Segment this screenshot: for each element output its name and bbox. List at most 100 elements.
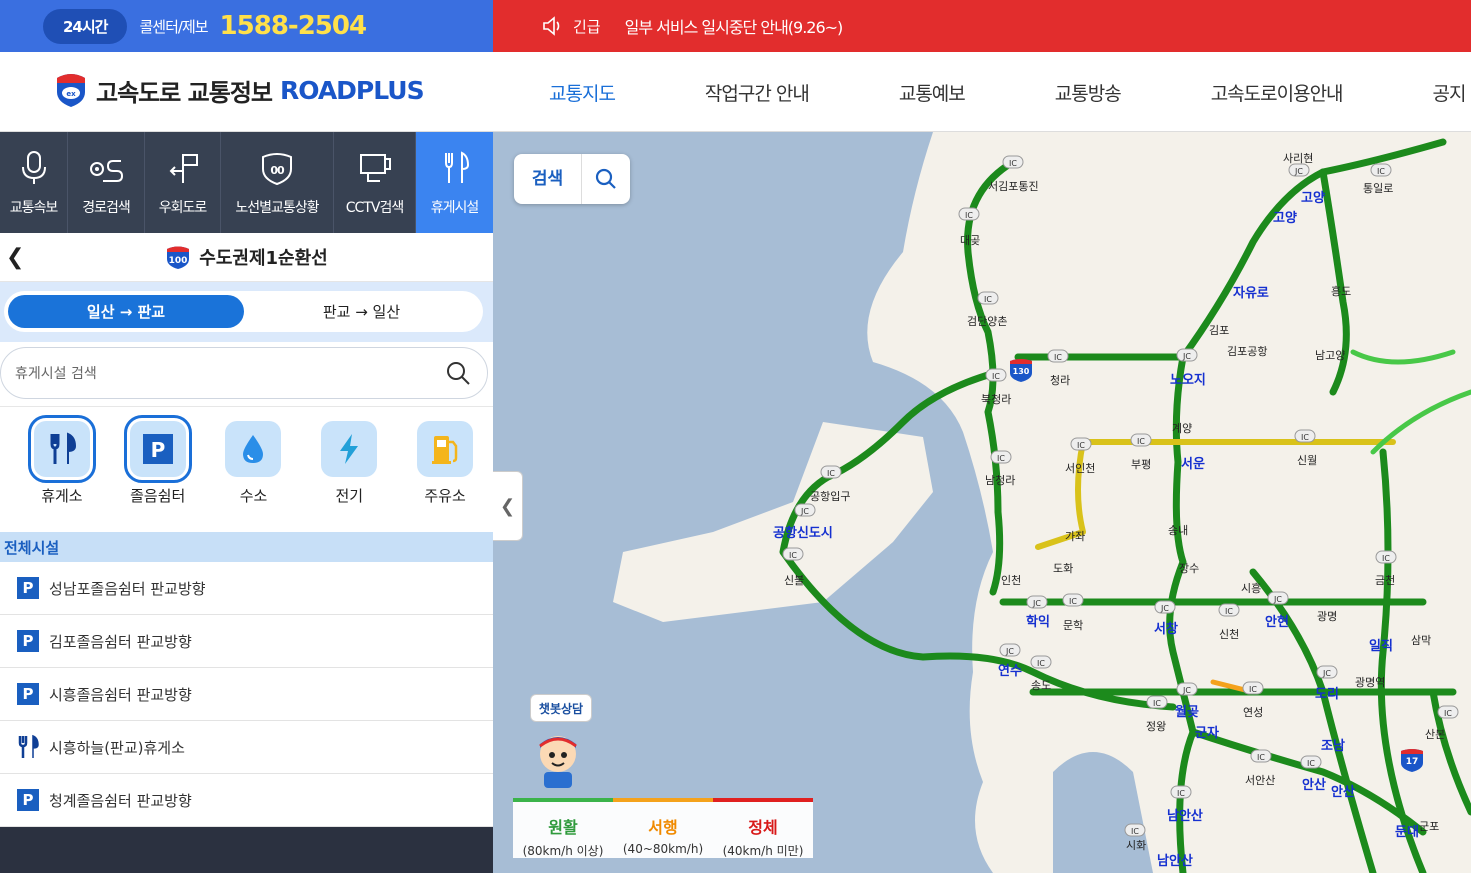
mainland bbox=[867, 132, 1471, 873]
map-place-label: 검단양촌 bbox=[967, 315, 1007, 328]
category-box: P bbox=[123, 415, 192, 483]
nav-traffic-forecast[interactable]: 교통예보 bbox=[899, 79, 966, 106]
traffic-map[interactable]: IC IC IC IC IC JC IC JC IC IC IC IC IC J… bbox=[493, 132, 1471, 873]
svg-text:00: 00 bbox=[270, 164, 285, 177]
map-place-label: 남청라 bbox=[985, 474, 1015, 487]
tool-detour[interactable]: 우회도로 bbox=[145, 132, 221, 233]
back-arrow-icon[interactable]: ❮ bbox=[6, 245, 24, 270]
category-drowsy-shelter[interactable]: P 졸음쉼터 bbox=[110, 415, 206, 532]
facility-name: 시흥하늘(판교)휴게소 bbox=[49, 738, 185, 757]
category-gas-station[interactable]: 주유소 bbox=[397, 421, 493, 532]
svg-text:JC: JC bbox=[1182, 352, 1191, 361]
search-icon[interactable] bbox=[445, 360, 471, 386]
legend-title: 정체 bbox=[748, 818, 778, 837]
map-place-label: 김포 bbox=[1209, 324, 1229, 337]
svg-text:P: P bbox=[150, 438, 165, 462]
chatbot-button[interactable]: 챗봇상담 bbox=[530, 694, 594, 794]
parking-icon: P bbox=[17, 630, 39, 652]
yeongjong-island bbox=[613, 422, 933, 622]
legend-slow: 서행 (40~80km/h) bbox=[613, 798, 713, 858]
top-bar: 24시간 콜센터/제보 1588-2504 긴급 일부 서비스 일시중단 안내(… bbox=[0, 0, 1471, 52]
map-place-label: 일직 bbox=[1369, 638, 1393, 654]
route-shield-icon: 00 bbox=[262, 152, 292, 185]
category-hydrogen[interactable]: 수소 bbox=[206, 421, 302, 532]
direction-pangyo-ilsan[interactable]: 판교 → 일산 bbox=[244, 301, 479, 322]
map-place-label: 사리현 bbox=[1283, 152, 1313, 165]
map-place-label: 신월 bbox=[1297, 454, 1317, 467]
map-canvas[interactable]: IC IC IC IC IC JC IC JC IC IC IC IC IC J… bbox=[493, 132, 1471, 873]
list-item[interactable]: 시흥하늘(판교)휴게소 bbox=[0, 721, 493, 774]
nav-notice[interactable]: 공지 bbox=[1433, 79, 1467, 106]
category-box bbox=[321, 421, 378, 477]
svg-text:IC: IC bbox=[1177, 789, 1185, 798]
map-place-label: 안산 bbox=[1331, 784, 1355, 800]
collapse-panel-button[interactable]: ❮ bbox=[493, 471, 523, 541]
facility-list: P 성남포졸음쉼터 판교방향 P 김포졸음쉼터 판교방향 P 시흥졸음쉼터 판교… bbox=[0, 562, 493, 827]
category-label: 주유소 bbox=[424, 487, 466, 505]
map-place-label: 서창 bbox=[1154, 621, 1178, 637]
legend-title: 서행 bbox=[648, 818, 678, 837]
map-place-label: 공항입구 bbox=[810, 490, 850, 503]
list-item[interactable]: P 김포졸음쉼터 판교방향 bbox=[0, 615, 493, 668]
list-item[interactable]: P 시흥졸음쉼터 판교방향 bbox=[0, 668, 493, 721]
map-place-label: 광명역 bbox=[1355, 676, 1385, 689]
legend-congested: 정체 (40km/h 미만) bbox=[713, 798, 813, 858]
mascot-icon bbox=[539, 736, 577, 788]
site-logo[interactable]: ex 고속도로 교통정보 ROADPLUS bbox=[54, 72, 425, 108]
search-icon[interactable] bbox=[582, 167, 630, 191]
list-item[interactable]: P 성남포졸음쉼터 판교방향 bbox=[0, 562, 493, 615]
call-center-bar: 24시간 콜센터/제보 1588-2504 bbox=[0, 0, 493, 52]
svg-text:JC: JC bbox=[1032, 599, 1041, 608]
map-place-label: 부평 bbox=[1131, 458, 1151, 471]
map-place-label: 남고양 bbox=[1315, 349, 1345, 362]
category-rest-area[interactable]: 휴게소 bbox=[14, 415, 110, 532]
facility-name: 청계졸음쉼터 판교방향 bbox=[49, 791, 192, 810]
map-place-label: 둔대 bbox=[1395, 825, 1419, 840]
svg-text:JC: JC bbox=[1322, 669, 1331, 678]
search-placeholder: 휴게시설 검색 bbox=[15, 366, 97, 382]
tool-rest-area[interactable]: 휴게시설 bbox=[416, 132, 493, 233]
tool-label: 휴게시설 bbox=[430, 199, 480, 216]
map-search-label[interactable]: 검색 bbox=[514, 154, 582, 204]
svg-text:IC: IC bbox=[1249, 685, 1257, 694]
map-place-label: 시흥 bbox=[1241, 581, 1261, 595]
fork-knife-icon bbox=[50, 432, 76, 464]
nav-traffic-broadcast[interactable]: 교통방송 bbox=[1055, 79, 1122, 106]
legend-range: (40~80km/h) bbox=[622, 842, 704, 856]
direction-ilsan-pangyo[interactable]: 일산 → 판교 bbox=[8, 295, 244, 328]
tool-route-traffic[interactable]: 00 노선별교통상황 bbox=[221, 132, 334, 233]
tool-menu: 교통속보 경로검색 우회도로 00 노선별교통상황 CCTV검색 휴게시설 bbox=[0, 132, 493, 233]
map-place-label: 장수 bbox=[1179, 562, 1199, 575]
tool-route-search[interactable]: 경로검색 bbox=[68, 132, 145, 233]
call-center-number[interactable]: 1588-2504 bbox=[220, 11, 368, 41]
urgent-notice-text[interactable]: 일부 서비스 일시중단 안내(9.26~) bbox=[625, 14, 844, 38]
legend-range: (40km/h 미만) bbox=[722, 844, 804, 858]
svg-text:JC: JC bbox=[1182, 686, 1191, 695]
tool-traffic-news[interactable]: 교통속보 bbox=[0, 132, 68, 233]
map-place-label: 안산 bbox=[1302, 777, 1326, 793]
urgent-notice-bar[interactable]: 긴급 일부 서비스 일시중단 안내(9.26~) bbox=[493, 0, 1471, 52]
site-header: ex 고속도로 교통정보 ROADPLUS 교통지도 작업구간 안내 교통예보 … bbox=[0, 52, 1471, 132]
map-place-label: 고양 bbox=[1273, 211, 1297, 226]
tool-cctv[interactable]: CCTV검색 bbox=[334, 132, 416, 233]
tool-label: 노선별교통상황 bbox=[235, 199, 319, 216]
nav-highway-guide[interactable]: 고속도로이용안내 bbox=[1211, 79, 1344, 106]
direction-toggle-wrap: 일산 → 판교 판교 → 일산 bbox=[0, 282, 493, 342]
map-place-label: 계양 bbox=[1172, 422, 1192, 435]
category-electric[interactable]: 전기 bbox=[301, 421, 397, 532]
map-place-label: 조남 bbox=[1321, 738, 1345, 754]
list-item[interactable]: P 청계졸음쉼터 판교방향 bbox=[0, 774, 493, 827]
call-center-label: 콜센터/제보 bbox=[139, 17, 208, 36]
facility-search-input[interactable]: 휴게시설 검색 bbox=[0, 347, 488, 399]
side-panel: 교통속보 경로검색 우회도로 00 노선별교통상황 CCTV검색 휴게시설 ❮ … bbox=[0, 132, 493, 873]
map-place-label: 군포 bbox=[1419, 820, 1439, 833]
svg-text:IC: IC bbox=[1009, 159, 1017, 168]
nav-work-zones[interactable]: 작업구간 안내 bbox=[705, 79, 810, 106]
legend-range: (80km/h 이상) bbox=[522, 844, 604, 858]
lightning-icon bbox=[340, 434, 359, 464]
map-place-label: 남안산 bbox=[1167, 808, 1203, 824]
cctv-icon bbox=[359, 153, 391, 182]
nav-traffic-map[interactable]: 교통지도 bbox=[549, 79, 616, 106]
map-search-box[interactable]: 검색 bbox=[514, 154, 630, 204]
svg-text:IC: IC bbox=[1131, 827, 1139, 836]
